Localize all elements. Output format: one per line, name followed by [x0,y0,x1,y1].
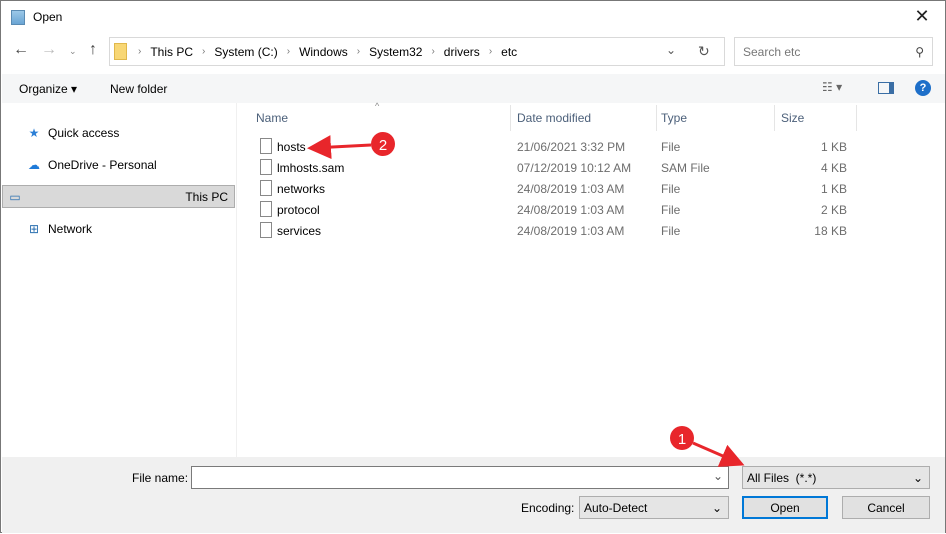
annotation-arrow-2 [307,135,372,160]
open-dialog: Open ✕ ← → ⌄ ↑ › This PC › System (C:) › Wind… [0,0,946,533]
annotation-overlay: 2 1 [307,132,745,467]
annotation-number-1: 1 [678,431,686,448]
annotation-number-2: 2 [379,137,387,154]
annotation-arrow-1 [692,441,745,467]
